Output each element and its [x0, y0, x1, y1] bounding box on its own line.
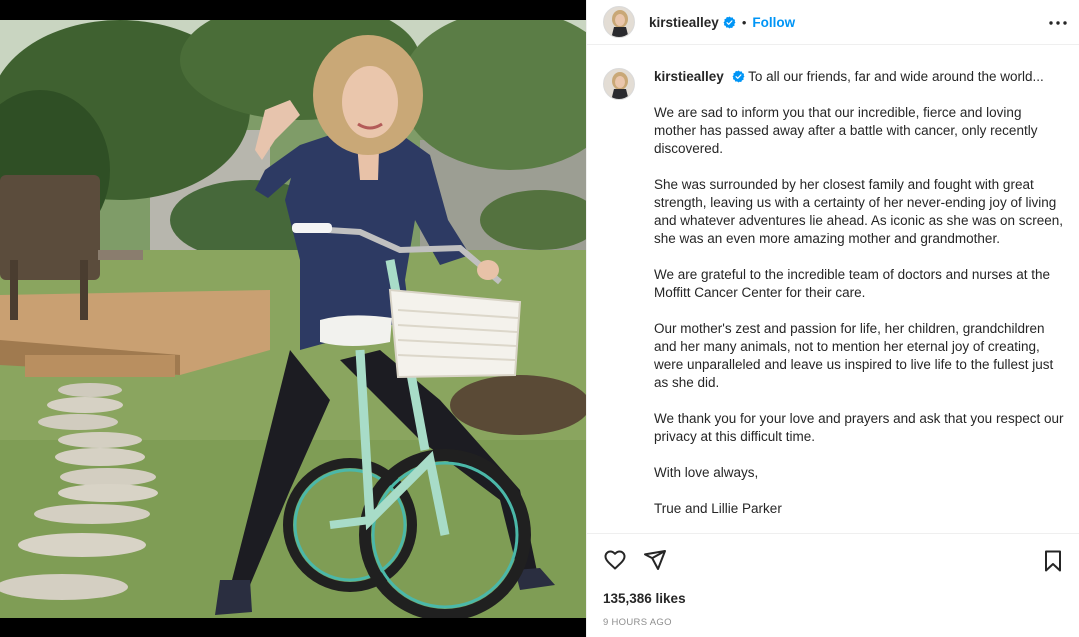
caption: kirstiealley To all our friends, far and… — [587, 54, 1079, 518]
caption-paragraph: We thank you for your love and prayers a… — [654, 411, 1064, 444]
caption-paragraph: We are sad to inform you that our incred… — [654, 105, 1038, 156]
avatar-image — [604, 7, 634, 37]
post-header: kirstiealley • Follow — [587, 0, 1079, 45]
verified-badge-icon — [723, 16, 736, 29]
caption-paragraph: With love always, — [654, 465, 759, 480]
caption-paragraph: She was surrounded by her closest family… — [654, 177, 1063, 246]
more-options-icon[interactable] — [1048, 13, 1068, 33]
verified-badge-icon — [732, 70, 745, 83]
post-author-username[interactable]: kirstiealley — [649, 15, 719, 30]
follow-button[interactable]: Follow — [752, 15, 795, 30]
post-side-panel: kirstiealley • Follow kirstiealley To al… — [586, 0, 1079, 637]
post-media[interactable] — [0, 0, 586, 637]
avatar[interactable] — [603, 6, 635, 38]
caption-avatar[interactable] — [603, 68, 635, 100]
caption-signature: True and Lillie Parker — [654, 501, 782, 516]
avatar-image — [604, 69, 634, 99]
action-bar — [603, 548, 667, 572]
heart-icon[interactable] — [603, 548, 627, 572]
caption-lead-text: To all our friends, far and wide around … — [748, 69, 1044, 84]
post-timestamp[interactable]: 9 HOURS AGO — [603, 617, 672, 628]
caption-username[interactable]: kirstiealley — [654, 69, 724, 84]
photo-illustration — [0, 20, 586, 618]
post-actions: 135,386 likes 9 HOURS AGO — [587, 533, 1079, 637]
caption-paragraph: We are grateful to the incredible team o… — [654, 267, 1050, 300]
post-photo[interactable] — [0, 20, 586, 618]
caption-scroll-area[interactable]: kirstiealley To all our friends, far and… — [587, 54, 1079, 532]
separator-dot: • — [741, 14, 747, 30]
paper-plane-icon[interactable] — [643, 548, 667, 572]
caption-paragraph: Our mother's zest and passion for life, … — [654, 321, 1054, 390]
caption-lead: kirstiealley To all our friends, far and… — [654, 68, 1064, 86]
bookmark-icon[interactable] — [1043, 550, 1063, 572]
like-count[interactable]: 135,386 likes — [603, 591, 686, 606]
